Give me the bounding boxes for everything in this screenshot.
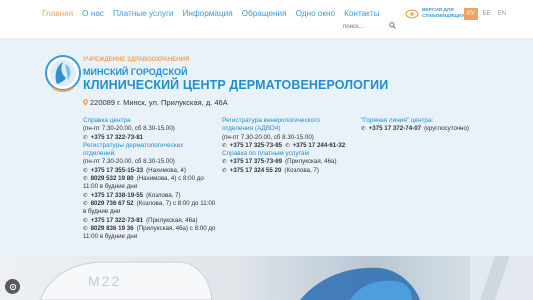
phone-icon: ✆ <box>83 134 88 141</box>
hotline-phone-row[interactable]: ✆ +375 17 372-74-07 (круглосуточно) <box>361 125 511 133</box>
paid-phone-2[interactable]: +375 17 324 55 20 <box>230 167 282 175</box>
org-type: УЧРЕЖДЕНИЕ ЗДРАВООХРАНЕНИЯ <box>83 57 190 63</box>
phone-icon: ✆ <box>83 167 88 174</box>
lang-be[interactable]: БЕ <box>481 9 493 19</box>
phone-icon: ✆ <box>285 142 290 149</box>
visually-impaired-label: ВЕРСИЯ ДЛЯ СЛАБОВИДЯЩИХ <box>422 8 465 19</box>
paid-note-2: (Козлова, 7) <box>284 166 319 174</box>
address: 220089 г. Минск, ул. Прилукская, д. 46А <box>83 98 228 107</box>
reg-title-1: Регистратуры дерматологических <box>83 141 184 149</box>
contacts-column-1: Справка центра (пн-пт 7.30-20.00, сб 8.3… <box>83 117 223 241</box>
phone-note: (Прилукская, 46а) <box>146 216 198 224</box>
svg-text:M22: M22 <box>88 273 121 289</box>
phone-note: (Козлова, 7) с 8:00 до 11:00 <box>136 199 216 207</box>
accessibility-button[interactable] <box>5 279 20 294</box>
phone-note: (Нахимова, 4) <box>146 166 186 174</box>
nav-item-contacts[interactable]: Контакты <box>344 9 379 18</box>
lang-en[interactable]: EN <box>496 9 508 19</box>
info-phone-row[interactable]: ✆ +375 17 322-73-81 <box>83 134 223 142</box>
phone-number[interactable]: 8029 836 19 36 <box>91 225 134 233</box>
nav-item-home[interactable]: Главная <box>42 9 73 18</box>
phone-icon: ✆ <box>83 176 88 183</box>
hotline-phone[interactable]: +375 17 372-74-07 <box>369 125 421 133</box>
phone-row[interactable]: ✆ 8029 736 67 52 (Козлова, 7) с 8:00 до … <box>83 200 223 208</box>
ven-phone-row[interactable]: ✆ +375 17 325-73-85 ✆ +375 17 244-61-32 <box>222 142 357 150</box>
phone-note: (Козлова, 7) <box>146 191 181 199</box>
reg-hours: (пн-пт 7.30-20.00, сб 8.30-15.00) <box>83 158 175 166</box>
phone-row[interactable]: ✆ +375 17 338-19-55 (Козлова, 7) <box>83 192 223 200</box>
map-pin-icon <box>83 99 88 106</box>
nav-item-one-window[interactable]: Одно окно <box>296 9 336 18</box>
phone-icon: ✆ <box>361 126 366 133</box>
paid-phone-1[interactable]: +375 17 375-73-69 <box>230 158 282 166</box>
phone-row[interactable]: ✆ +375 17 355-15-33 (Нахимова, 4) <box>83 167 223 175</box>
phone-note: (Нахимова, 4) с 8:00 до <box>136 175 204 183</box>
phone-row[interactable]: ✆ +375 17 322-73-81 (Прилукская, 46а) <box>83 217 223 225</box>
phone-icon: ✆ <box>222 167 227 174</box>
info-hours: (пн-пт 7.30-20.00, сб 8.30-15.00) <box>83 125 175 133</box>
org-name-line2: КЛИНИЧЕСКИЙ ЦЕНТР ДЕРМАТОВЕНЕРОЛОГИИ <box>83 78 389 92</box>
paid-phone-row[interactable]: ✆ +375 17 375-73-69 (Прилукская, 46а) <box>222 158 357 166</box>
phone-number[interactable]: 8029 532 19 80 <box>91 175 134 183</box>
eye-icon <box>405 9 419 18</box>
top-bar: Главная О нас Платные услуги Информация … <box>0 0 533 38</box>
hotline-note: (круглосуточно) <box>424 125 469 133</box>
header-panel: УЧРЕЖДЕНИЕ ЗДРАВООХРАНЕНИЯ МИНСКИЙ ГОРОД… <box>0 38 533 256</box>
phone-icon: ✆ <box>222 159 227 166</box>
ven-title-1: Регистратура венерологического <box>222 117 320 124</box>
ven-phone-2[interactable]: +375 17 244-61-32 <box>293 142 345 150</box>
phone-number[interactable]: +375 17 322-73-81 <box>91 217 143 225</box>
paid-note-1: (Прилукская, 46а) <box>285 158 337 166</box>
phone-row[interactable]: ✆ 8029 836 19 36 (Прилукская, 46а) с 8:0… <box>83 225 223 233</box>
info-title: Справка центра <box>83 117 131 124</box>
phone-icon: ✆ <box>83 217 88 224</box>
ven-title-2: отделения (АДВО4) <box>222 125 281 133</box>
paid-title: Справка по платным услугам <box>222 150 309 158</box>
center-logo[interactable] <box>44 54 82 98</box>
nav-item-information[interactable]: Информация <box>183 9 233 18</box>
contacts-column-2: Регистратура венерологического отделения… <box>222 117 357 175</box>
nav-item-appeals[interactable]: Обращения <box>242 9 287 18</box>
language-switcher: РУ БЕ EN <box>464 8 508 20</box>
phone-row[interactable]: ✆ 8029 532 19 80 (Нахимова, 4) с 8:00 до <box>83 175 223 183</box>
ven-phone-1[interactable]: +375 17 325-73-85 <box>230 142 282 150</box>
phone-number[interactable]: 8029 736 67 52 <box>91 200 134 208</box>
ven-hours: (пн-пт 7.30-20.00, сб 8.30-15.00) <box>222 133 314 141</box>
paid-phone-row[interactable]: ✆ +375 17 324 55 20 (Козлова, 7) <box>222 167 357 175</box>
hotline-title: "Горячая линия" центра: <box>361 117 434 124</box>
phone-note-cont: 11:00 в будние дни <box>83 183 138 191</box>
phone-note-cont: 11:00 в будние дни <box>83 233 138 241</box>
phone-number[interactable]: +375 17 355-15-33 <box>91 167 143 175</box>
search-icon[interactable] <box>389 22 396 29</box>
phone-number[interactable]: +375 17 338-19-55 <box>91 192 143 200</box>
phone-note: (Прилукская, 46а) с 8:00 до <box>136 224 216 232</box>
phone-icon: ✆ <box>222 142 227 149</box>
settings-icon <box>9 283 16 290</box>
nav-item-about[interactable]: О нас <box>82 9 104 18</box>
org-name-line1: МИНСКИЙ ГОРОДСКОЙ <box>83 67 188 77</box>
phone-note-cont: в будние дни <box>83 208 121 216</box>
main-nav: Главная О нас Платные услуги Информация … <box>42 9 379 18</box>
contacts-column-3: "Горячая линия" центра: ✆ +375 17 372-74… <box>361 117 511 134</box>
address-text: 220089 г. Минск, ул. Прилукская, д. 46А <box>90 98 228 107</box>
info-phone[interactable]: +375 17 322-73-81 <box>91 134 143 142</box>
lang-ru[interactable]: РУ <box>464 8 478 20</box>
phone-icon: ✆ <box>83 192 88 199</box>
reg-title-2: отделений: <box>83 150 116 158</box>
visually-impaired-link[interactable]: ВЕРСИЯ ДЛЯ СЛАБОВИДЯЩИХ <box>405 8 468 19</box>
banner-image: M22 <box>0 256 533 300</box>
phone-icon: ✆ <box>83 200 88 207</box>
phone-icon: ✆ <box>83 225 88 232</box>
nav-item-paid-services[interactable]: Платные услуги <box>113 9 174 18</box>
